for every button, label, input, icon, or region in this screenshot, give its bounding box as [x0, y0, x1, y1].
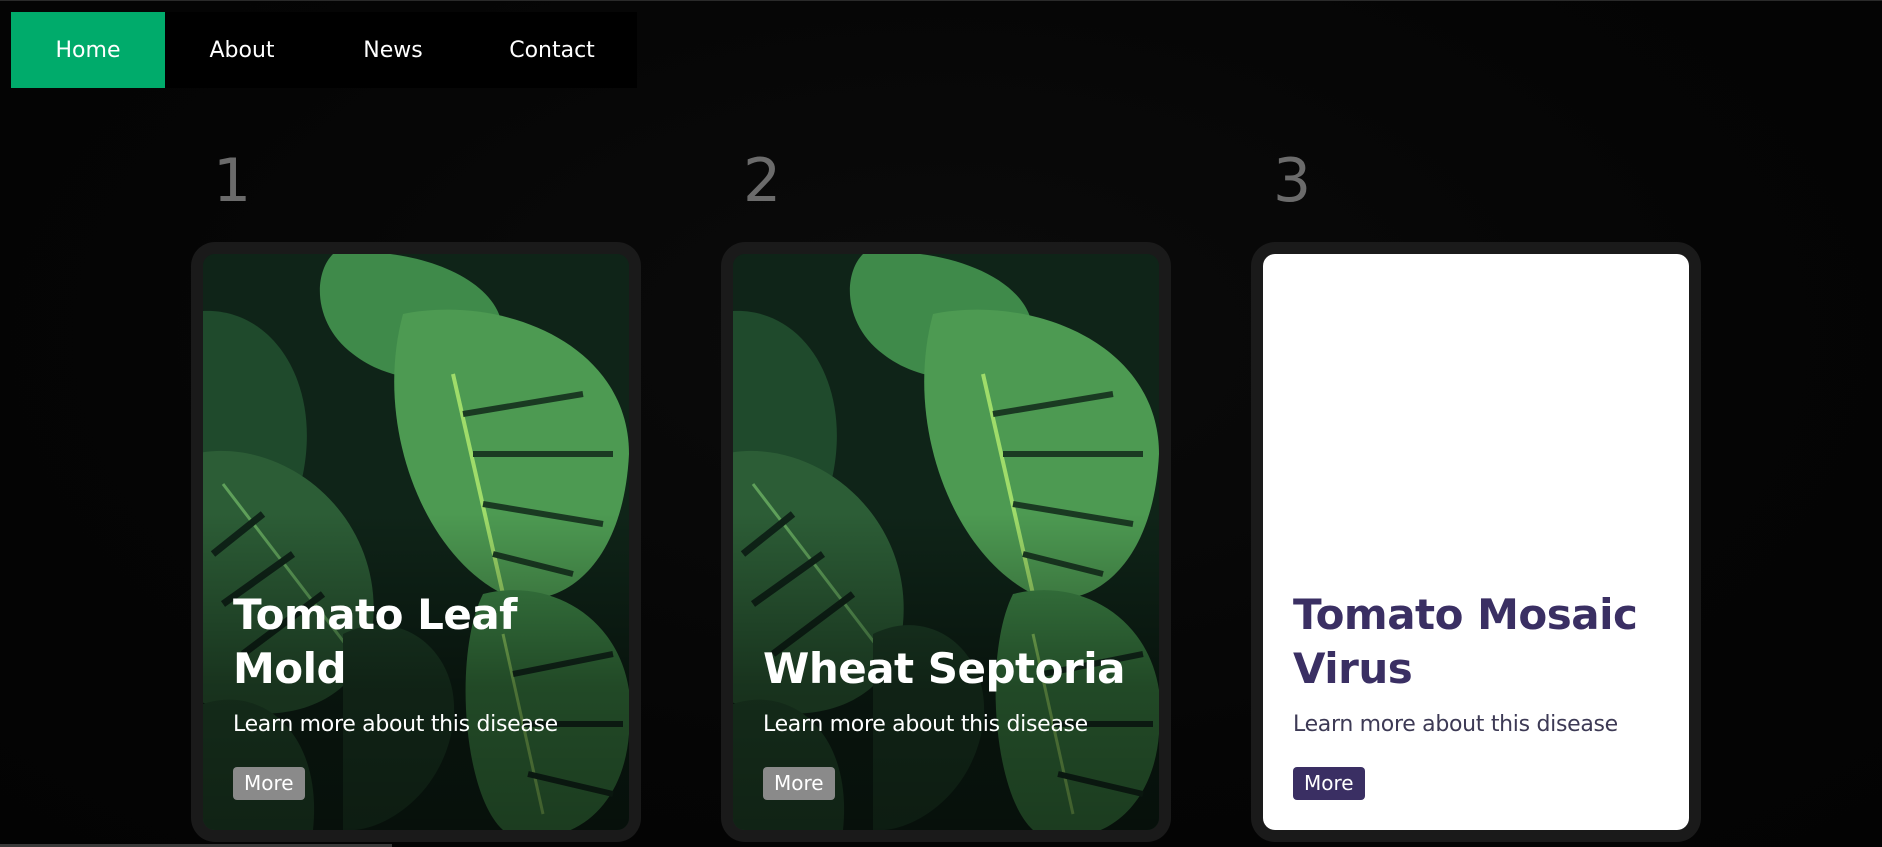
card-frame: Tomato Mosaic Virus Learn more about thi… [1251, 242, 1701, 842]
card-title: Tomato Leaf Mold [233, 590, 517, 693]
nav-news-link[interactable]: News [319, 12, 467, 88]
more-button[interactable]: More [233, 767, 305, 800]
card-body: Wheat Septoria Learn more about this dis… [733, 254, 1159, 830]
card-description: Learn more about this disease [233, 712, 558, 737]
more-button[interactable]: More [763, 767, 835, 800]
card-number: 2 [743, 146, 782, 216]
nav-contact-link[interactable]: Contact [467, 12, 637, 88]
card-frame: Tomato Leaf Mold Learn more about this d… [191, 242, 641, 842]
card-title: Tomato Mosaic Virus [1293, 590, 1638, 693]
card-description: Learn more about this disease [763, 712, 1088, 737]
nav-about-link[interactable]: About [165, 12, 319, 88]
page: Home About News Contact 1 Tomato Leaf Mo… [0, 0, 1882, 847]
card-body: Tomato Leaf Mold Learn more about this d… [203, 254, 629, 830]
top-nav: Home About News Contact [11, 12, 637, 88]
nav-home-link[interactable]: Home [11, 12, 165, 88]
card-frame: Wheat Septoria Learn more about this dis… [721, 242, 1171, 842]
card-title: Wheat Septoria [763, 644, 1125, 693]
card-body: Tomato Mosaic Virus Learn more about thi… [1263, 254, 1689, 830]
card-description: Learn more about this disease [1293, 712, 1618, 737]
card-number: 3 [1273, 146, 1312, 216]
more-button[interactable]: More [1293, 767, 1365, 800]
image-overlay [203, 254, 629, 830]
image-overlay [733, 254, 1159, 830]
card-number: 1 [213, 146, 252, 216]
